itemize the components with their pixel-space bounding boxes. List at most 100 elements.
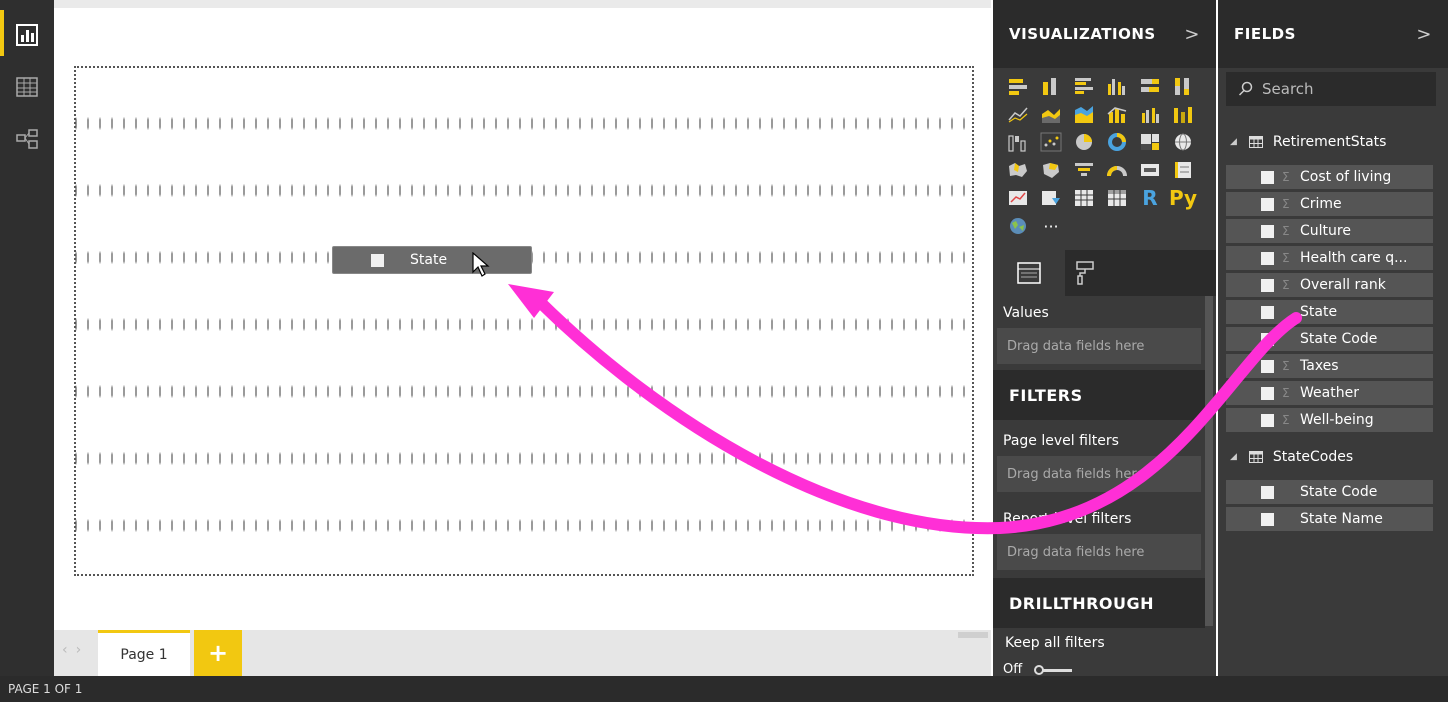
field-checkbox[interactable]: [1261, 224, 1274, 238]
line-and-stacked-column-chart-icon[interactable]: [1102, 102, 1132, 126]
field-checkbox[interactable]: [1261, 359, 1274, 373]
slicer-icon[interactable]: [1036, 186, 1066, 210]
table-visual-icon[interactable]: [1069, 186, 1099, 210]
add-page-button[interactable]: +: [194, 630, 242, 676]
more-visuals-icon[interactable]: ···: [1036, 214, 1066, 238]
page-tabs-scrollbar[interactable]: [958, 632, 988, 638]
field-name: Health care q...: [1300, 250, 1408, 266]
no-sigma-spacer: Σ: [1282, 332, 1296, 346]
report-page-canvas[interactable]: [74, 66, 974, 576]
page-tab-label: Page 1: [120, 646, 168, 663]
matrix-visual-icon[interactable]: [1102, 186, 1132, 210]
field-checkbox[interactable]: [1261, 278, 1274, 292]
page-indicator: PAGE 1 OF 1: [8, 682, 83, 696]
filters-header[interactable]: FILTERS: [993, 370, 1205, 420]
field-state-code[interactable]: Σ State Code: [1226, 327, 1433, 354]
waterfall-chart-icon[interactable]: [1003, 130, 1033, 154]
filled-map-icon[interactable]: [1003, 158, 1033, 182]
field-cost-of-living[interactable]: Σ Cost of living: [1226, 165, 1433, 192]
funnel-chart-icon[interactable]: [1069, 158, 1099, 182]
field-weather[interactable]: Σ Weather: [1226, 381, 1433, 408]
r-script-visual-icon[interactable]: R: [1135, 186, 1165, 210]
field-name: State Name: [1300, 511, 1383, 527]
field-state[interactable]: Σ State: [1226, 300, 1433, 327]
field-checkbox[interactable]: [1261, 485, 1274, 499]
report-canvas-area: State ‹› Page 1 +: [54, 0, 991, 676]
clustered-column-chart-icon[interactable]: [1102, 74, 1132, 98]
field-checkbox[interactable]: [1261, 197, 1274, 211]
report-filters-drop-zone[interactable]: Drag data fields here: [997, 534, 1201, 570]
fields-wells-icon: [1017, 262, 1041, 284]
fields-wells-tab[interactable]: [993, 250, 1065, 296]
kpi-icon[interactable]: [1003, 186, 1033, 210]
line-chart-icon[interactable]: [1003, 102, 1033, 126]
field-checkbox[interactable]: [1261, 251, 1274, 265]
100-stacked-bar-chart-icon[interactable]: [1135, 74, 1165, 98]
fields-pane: FIELDS > Search ◢ RetirementStats Σ Cost …: [1218, 0, 1448, 676]
data-view-icon[interactable]: [14, 74, 40, 100]
100-stacked-column-chart-icon[interactable]: [1168, 74, 1198, 98]
canvas-grid: [76, 68, 972, 574]
visualizations-title: VISUALIZATIONS: [1009, 25, 1156, 43]
arcgis-map-icon[interactable]: [1003, 214, 1033, 238]
viz-pane-tabs: [993, 250, 1216, 296]
chevron-right-icon[interactable]: >: [1184, 24, 1200, 45]
paint-roller-icon: [1076, 261, 1094, 285]
stacked-column-chart-icon[interactable]: [1036, 74, 1066, 98]
treemap-icon[interactable]: [1135, 130, 1165, 154]
pie-chart-icon[interactable]: [1069, 130, 1099, 154]
table-node-retirementstats[interactable]: ◢ RetirementStats: [1218, 127, 1448, 157]
field-statecodes-state-code[interactable]: Σ State Code: [1226, 480, 1433, 507]
multi-row-card-icon[interactable]: [1168, 158, 1198, 182]
field-culture[interactable]: Σ Culture: [1226, 219, 1433, 246]
clustered-bar-chart-icon[interactable]: [1069, 74, 1099, 98]
page-filters-section: Page level filters Drag data fields here: [993, 426, 1205, 492]
field-name: Weather: [1300, 385, 1359, 401]
viz-pane-scrollbar[interactable]: [1205, 296, 1213, 626]
page-nav-arrows-icon[interactable]: ‹›: [62, 642, 89, 658]
page-filters-drop-zone[interactable]: Drag data fields here: [997, 456, 1201, 492]
sigma-icon: Σ: [1282, 170, 1290, 184]
report-view-icon[interactable]: [14, 22, 40, 48]
collapse-triangle-icon[interactable]: ◢: [1230, 452, 1237, 462]
area-chart-icon[interactable]: [1036, 102, 1066, 126]
dragged-field-chip[interactable]: State: [332, 246, 532, 274]
field-checkbox[interactable]: [1261, 386, 1274, 400]
field-taxes[interactable]: Σ Taxes: [1226, 354, 1433, 381]
donut-chart-icon[interactable]: [1102, 130, 1132, 154]
map-icon[interactable]: [1168, 130, 1198, 154]
format-paint-roller-tab[interactable]: [1065, 250, 1105, 296]
field-checkbox[interactable]: [1261, 512, 1274, 526]
values-drop-zone[interactable]: Drag data fields here: [997, 328, 1201, 364]
field-checkbox[interactable]: [1261, 305, 1274, 319]
field-well-being[interactable]: Σ Well-being: [1226, 408, 1433, 435]
field-name: State: [1300, 304, 1338, 320]
ribbon-chart-icon[interactable]: [1168, 102, 1198, 126]
field-health-care[interactable]: Σ Health care q...: [1226, 246, 1433, 273]
table-node-statecodes[interactable]: ◢ StateCodes: [1218, 442, 1448, 472]
field-checkbox[interactable]: [1261, 413, 1274, 427]
fields-search-input[interactable]: Search: [1226, 72, 1436, 106]
field-checkbox[interactable]: [1261, 170, 1274, 184]
field-name: State Code: [1300, 484, 1378, 500]
scatter-chart-icon[interactable]: [1036, 130, 1066, 154]
model-view-icon[interactable]: [14, 126, 40, 152]
python-visual-icon[interactable]: Py: [1168, 186, 1198, 210]
gauge-icon[interactable]: [1102, 158, 1132, 182]
line-and-clustered-column-chart-icon[interactable]: [1135, 102, 1165, 126]
stacked-area-chart-icon[interactable]: [1069, 102, 1099, 126]
table-icon: [1248, 136, 1263, 148]
collapse-triangle-icon[interactable]: ◢: [1230, 137, 1237, 147]
shape-map-icon[interactable]: [1036, 158, 1066, 182]
keep-filters-toggle[interactable]: [1034, 664, 1074, 675]
field-statecodes-state-name[interactable]: Σ State Name: [1226, 507, 1433, 534]
field-overall-rank[interactable]: Σ Overall rank: [1226, 273, 1433, 300]
card-icon[interactable]: [1135, 158, 1165, 182]
field-crime[interactable]: Σ Crime: [1226, 192, 1433, 219]
field-checkbox[interactable]: [1261, 332, 1274, 346]
sigma-icon: Σ: [1282, 251, 1290, 265]
tab-page-1[interactable]: Page 1: [98, 630, 190, 676]
chevron-right-icon[interactable]: >: [1416, 24, 1432, 45]
drillthrough-header[interactable]: DRILLTHROUGH: [993, 578, 1205, 628]
stacked-bar-chart-icon[interactable]: [1003, 74, 1033, 98]
